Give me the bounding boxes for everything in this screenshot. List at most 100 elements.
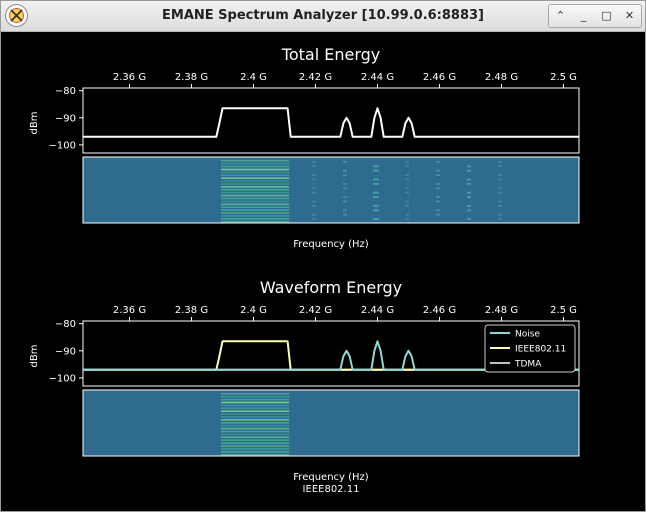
waterfall-streak	[311, 200, 316, 203]
waterfall-band-row	[220, 200, 290, 203]
waterfall-band-row	[220, 177, 290, 179]
total-x-tick-label: 2.36 G	[113, 72, 146, 83]
waterfall-streak	[404, 191, 409, 194]
total-plot-frame	[82, 87, 580, 154]
waterfall-band-row	[220, 410, 290, 412]
waveform-x-tick-label: 2.36 G	[113, 305, 146, 316]
waterfall-band-row	[220, 398, 290, 401]
waterfall-streak	[435, 174, 440, 176]
title-bar[interactable]: EMANE Spectrum Analyzer [10.99.0.6:8883]…	[1, 1, 645, 32]
total-waterfall-area	[82, 156, 580, 224]
waterfall-streak	[466, 165, 471, 168]
waterfall-band-row	[220, 416, 290, 418]
waterfall-band-row	[220, 453, 290, 456]
waterfall-streak	[404, 200, 409, 203]
waterfall-streak	[311, 213, 316, 216]
waterfall-band-row	[220, 433, 290, 436]
waveform-waterfall-area	[82, 389, 580, 457]
waterfall-streak	[466, 196, 471, 198]
waveform-xlabel: Frequency (Hz)	[293, 472, 369, 483]
total-x-tick-label: 2.5 G	[550, 72, 577, 83]
waterfall-streak	[342, 187, 347, 190]
waterfall-band-row	[220, 215, 290, 217]
waveform-ylabel: dBm	[29, 345, 40, 368]
waterfall-streak	[435, 209, 440, 212]
waterfall-band-row	[220, 186, 290, 188]
waterfall-streak	[404, 174, 409, 176]
waterfall-streak	[342, 174, 347, 176]
total-x-tick-label: 2.38 G	[175, 72, 208, 83]
waterfall-band-row	[220, 407, 290, 410]
waterfall-band-row	[220, 180, 290, 182]
waterfall-band-row	[220, 442, 290, 444]
waterfall-band-row	[220, 395, 290, 398]
total-waterfall	[82, 156, 580, 224]
waterfall-streak	[311, 165, 316, 168]
app-window: EMANE Spectrum Analyzer [10.99.0.6:8883]…	[0, 0, 646, 512]
legend-ieee-label: IEEE802.11	[515, 345, 566, 355]
waterfall-band-row	[220, 220, 290, 223]
total-y-tick-label: −90	[55, 113, 76, 124]
waterfall-streak	[497, 200, 502, 203]
waterfall-streak	[372, 191, 379, 194]
waterfall-band-row	[220, 165, 290, 168]
waterfall-streak	[497, 174, 502, 176]
minimize-button[interactable]: _	[572, 5, 595, 27]
shade-up-button[interactable]: ⌃	[549, 5, 572, 27]
waterfall-streak	[372, 196, 379, 198]
total-y-tick-label: −80	[55, 86, 76, 97]
waterfall-streak	[466, 191, 471, 194]
waveform-x-tick-label: 2.46 G	[423, 305, 456, 316]
waterfall-band-row	[220, 427, 290, 430]
waterfall-band-row	[220, 160, 290, 162]
waterfall-band-row	[220, 191, 290, 194]
window-controls: ⌃ _ □ ✕	[548, 4, 642, 28]
legend-noise-label: Noise	[515, 330, 540, 340]
total-series-line	[83, 107, 579, 138]
waterfall-streak	[435, 187, 440, 190]
waterfall-band-row	[220, 448, 290, 450]
waterfall-band-row	[220, 203, 290, 206]
waterfall-streak	[497, 165, 502, 168]
total-x-tick-label: 2.42 G	[299, 72, 332, 83]
total-x-tick-label: 2.48 G	[485, 72, 518, 83]
waveform-x-tick-label: 2.38 G	[175, 305, 208, 316]
waterfall-streak	[342, 183, 347, 185]
waterfall-streak	[372, 165, 379, 168]
waterfall-band-row	[220, 168, 290, 171]
waveform-waterfall	[82, 389, 580, 457]
waterfall-band-row	[220, 393, 290, 395]
waterfall-streak	[404, 161, 409, 163]
waterfall-streak	[435, 169, 440, 172]
waterfall-band-row	[220, 212, 290, 214]
waveform-y-tick-label: −100	[49, 373, 76, 384]
waterfall-band-row	[220, 197, 290, 200]
waterfall-band-row	[220, 430, 290, 433]
waterfall-streak	[404, 178, 409, 181]
total-x-tick-label: 2.4 G	[240, 72, 267, 83]
waterfall-streak	[311, 187, 316, 190]
waterfall-band-row	[220, 189, 290, 191]
waterfall-band-row	[220, 424, 290, 427]
waterfall-streak	[497, 205, 502, 207]
waterfall-streak	[435, 161, 440, 163]
total-xlabel: Frequency (Hz)	[293, 239, 369, 250]
waterfall-band-row	[220, 209, 290, 211]
waterfall-streak	[311, 191, 316, 194]
waterfall-streak	[342, 213, 347, 216]
waterfall-streak	[404, 187, 409, 190]
waveform-x-tick-label: 2.42 G	[299, 305, 332, 316]
waterfall-band-row	[220, 413, 290, 415]
maximize-button[interactable]: □	[595, 5, 618, 27]
waterfall-streak	[372, 169, 379, 172]
waterfall-band-row	[220, 194, 290, 197]
waterfall-streak	[435, 183, 440, 185]
waterfall-streak	[372, 209, 379, 212]
waterfall-streak	[372, 183, 379, 185]
waterfall-streak	[466, 218, 471, 220]
waterfall-streak	[372, 205, 379, 207]
waterfall-streak	[311, 205, 316, 207]
close-button[interactable]: ✕	[618, 5, 641, 27]
waveform-x-tick-label: 2.48 G	[485, 305, 518, 316]
waterfall-streak	[311, 218, 316, 220]
